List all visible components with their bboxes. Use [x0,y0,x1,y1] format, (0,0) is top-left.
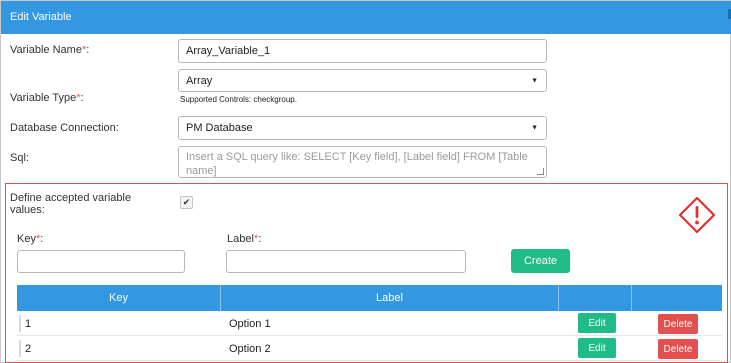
variable-type-select[interactable]: Array ▼ [178,69,547,92]
table-row: 1 Option 1 Edit Delete [17,311,722,336]
resize-grip-icon[interactable] [537,168,544,175]
key-label-text: Key [17,233,36,245]
variable-type-label-text: Variable Type [10,92,77,104]
key-input[interactable] [17,250,185,273]
row-key: 2 [25,342,32,355]
column-header-delete [632,285,722,311]
define-accepted-values-label: Define accepted variable values: [10,192,132,216]
variable-name-input[interactable]: Array_Variable_1 [178,39,547,63]
column-header-label[interactable]: Label [221,285,559,311]
label-field-label: Label*: [227,233,261,245]
database-connection-value: PM Database [186,122,253,134]
edit-variable-dialog: Edit Variable Variable Name*: Array_Vari… [0,0,731,363]
sql-placeholder: Insert a SQL query like: SELECT [Key fie… [186,151,528,177]
edit-button[interactable]: Edit [578,313,616,333]
label-suffix: : [86,44,90,56]
label-suffix: : [40,233,44,245]
row-drag-handle[interactable] [19,340,21,357]
variable-name-label-text: Variable Name [10,44,82,56]
edit-button[interactable]: Edit [578,338,616,358]
row-label: Option 2 [229,342,271,355]
row-key: 1 [25,317,32,330]
dialog-title: Edit Variable [10,11,72,23]
row-label: Option 1 [229,317,271,330]
sql-textarea[interactable]: Insert a SQL query like: SELECT [Key fie… [178,146,547,178]
database-connection-select[interactable]: PM Database ▼ [178,116,547,140]
database-connection-label: Database Connection: [10,122,119,134]
variable-type-label: Variable Type*: [10,92,84,104]
delete-button[interactable]: Delete [658,314,698,334]
sql-label: Sql: [10,152,29,164]
label-input[interactable] [226,250,466,273]
label-suffix: : [80,92,84,104]
row-drag-handle[interactable] [19,315,21,332]
variable-name-label: Variable Name*: [10,44,89,56]
column-header-edit [559,285,632,311]
create-button[interactable]: Create [511,249,570,273]
caret-down-icon: ▼ [531,77,538,84]
column-header-key[interactable]: Key [17,285,221,311]
delete-button[interactable]: Delete [658,339,698,359]
values-grid-header: Key Label [17,285,722,311]
variable-type-value: Array [186,74,213,87]
label-label-text: Label [227,233,254,245]
table-row: 2 Option 2 Edit Delete [17,336,722,361]
dialog-titlebar: Edit Variable [1,1,731,34]
caret-down-icon: ▼ [531,124,538,132]
label-suffix: : [258,233,262,245]
checkmark-icon: ✔ [182,197,191,207]
warning-diamond-icon [678,196,716,234]
variable-name-value: Array_Variable_1 [186,45,271,57]
key-field-label: Key*: [17,233,43,245]
variable-type-hint: Supported Controls: checkgroup. [180,95,297,104]
define-accepted-values-checkbox[interactable]: ✔ [180,196,193,209]
